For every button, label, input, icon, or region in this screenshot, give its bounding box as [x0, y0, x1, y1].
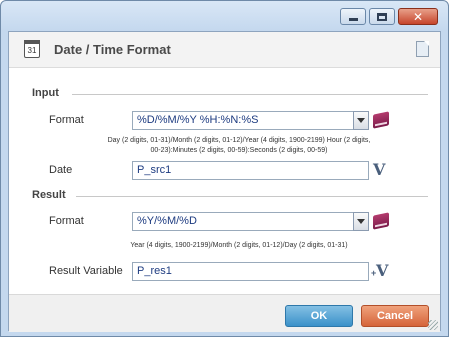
input-format-select[interactable]: %D/%M/%Y %H:%N:%S [132, 111, 369, 130]
variable-picker-icon[interactable]: V [373, 160, 385, 179]
resize-grip[interactable] [428, 320, 438, 330]
input-format-label: Format [49, 114, 84, 126]
calendar-icon: 31 [24, 40, 40, 58]
dialog-body: 31 Date / Time Format Input Format %D/%M… [8, 31, 441, 332]
input-format-hint-line2: 00-23):Minutes (2 digits, 00-59):Seconds… [150, 147, 328, 154]
format-library-icon[interactable] [373, 111, 389, 129]
input-format-hint-line1: Day (2 digits, 01-31)/Month (2 digits, 0… [107, 137, 371, 144]
minimize-icon [348, 17, 358, 21]
result-variable-label: Result Variable [49, 265, 123, 277]
chevron-down-icon[interactable] [353, 212, 369, 231]
ok-button[interactable]: OK [285, 305, 353, 327]
input-section-label: Input [32, 87, 59, 99]
result-section-divider [76, 196, 428, 197]
window-controls: ✕ [340, 8, 438, 25]
result-format-hint: Year (4 digits, 1900-2199)/Month (2 digi… [130, 242, 348, 249]
format-library-icon[interactable] [373, 212, 389, 230]
result-variable-field[interactable]: P_res1 [132, 262, 369, 281]
document-icon[interactable] [416, 41, 429, 57]
input-section-divider [72, 94, 428, 95]
dialog-window: ✕ 31 Date / Time Format Input Format %D/… [0, 0, 449, 337]
result-format-select[interactable]: %Y/%M/%D [132, 212, 369, 231]
date-label: Date [49, 164, 73, 176]
minimize-button[interactable] [340, 8, 366, 25]
result-section-label: Result [32, 189, 66, 201]
date-field[interactable]: P_src1 [132, 161, 369, 180]
result-format-label: Format [49, 215, 84, 227]
maximize-button[interactable] [369, 8, 395, 25]
input-format-hint: Day (2 digits, 01-31)/Month (2 digits, 0… [49, 136, 429, 156]
maximize-icon [377, 12, 387, 21]
cancel-button[interactable]: Cancel [361, 305, 429, 327]
new-variable-icon[interactable]: V [376, 261, 388, 280]
chevron-down-icon[interactable] [353, 111, 369, 130]
input-format-value: %D/%M/%Y %H:%N:%S [137, 114, 259, 126]
dialog-footer: OK Cancel [9, 294, 440, 332]
close-button[interactable]: ✕ [398, 8, 438, 25]
dialog-header: 31 Date / Time Format [9, 32, 440, 68]
result-format-value: %Y/%M/%D [137, 215, 197, 227]
page-title: Date / Time Format [54, 42, 171, 57]
close-icon: ✕ [412, 9, 424, 24]
